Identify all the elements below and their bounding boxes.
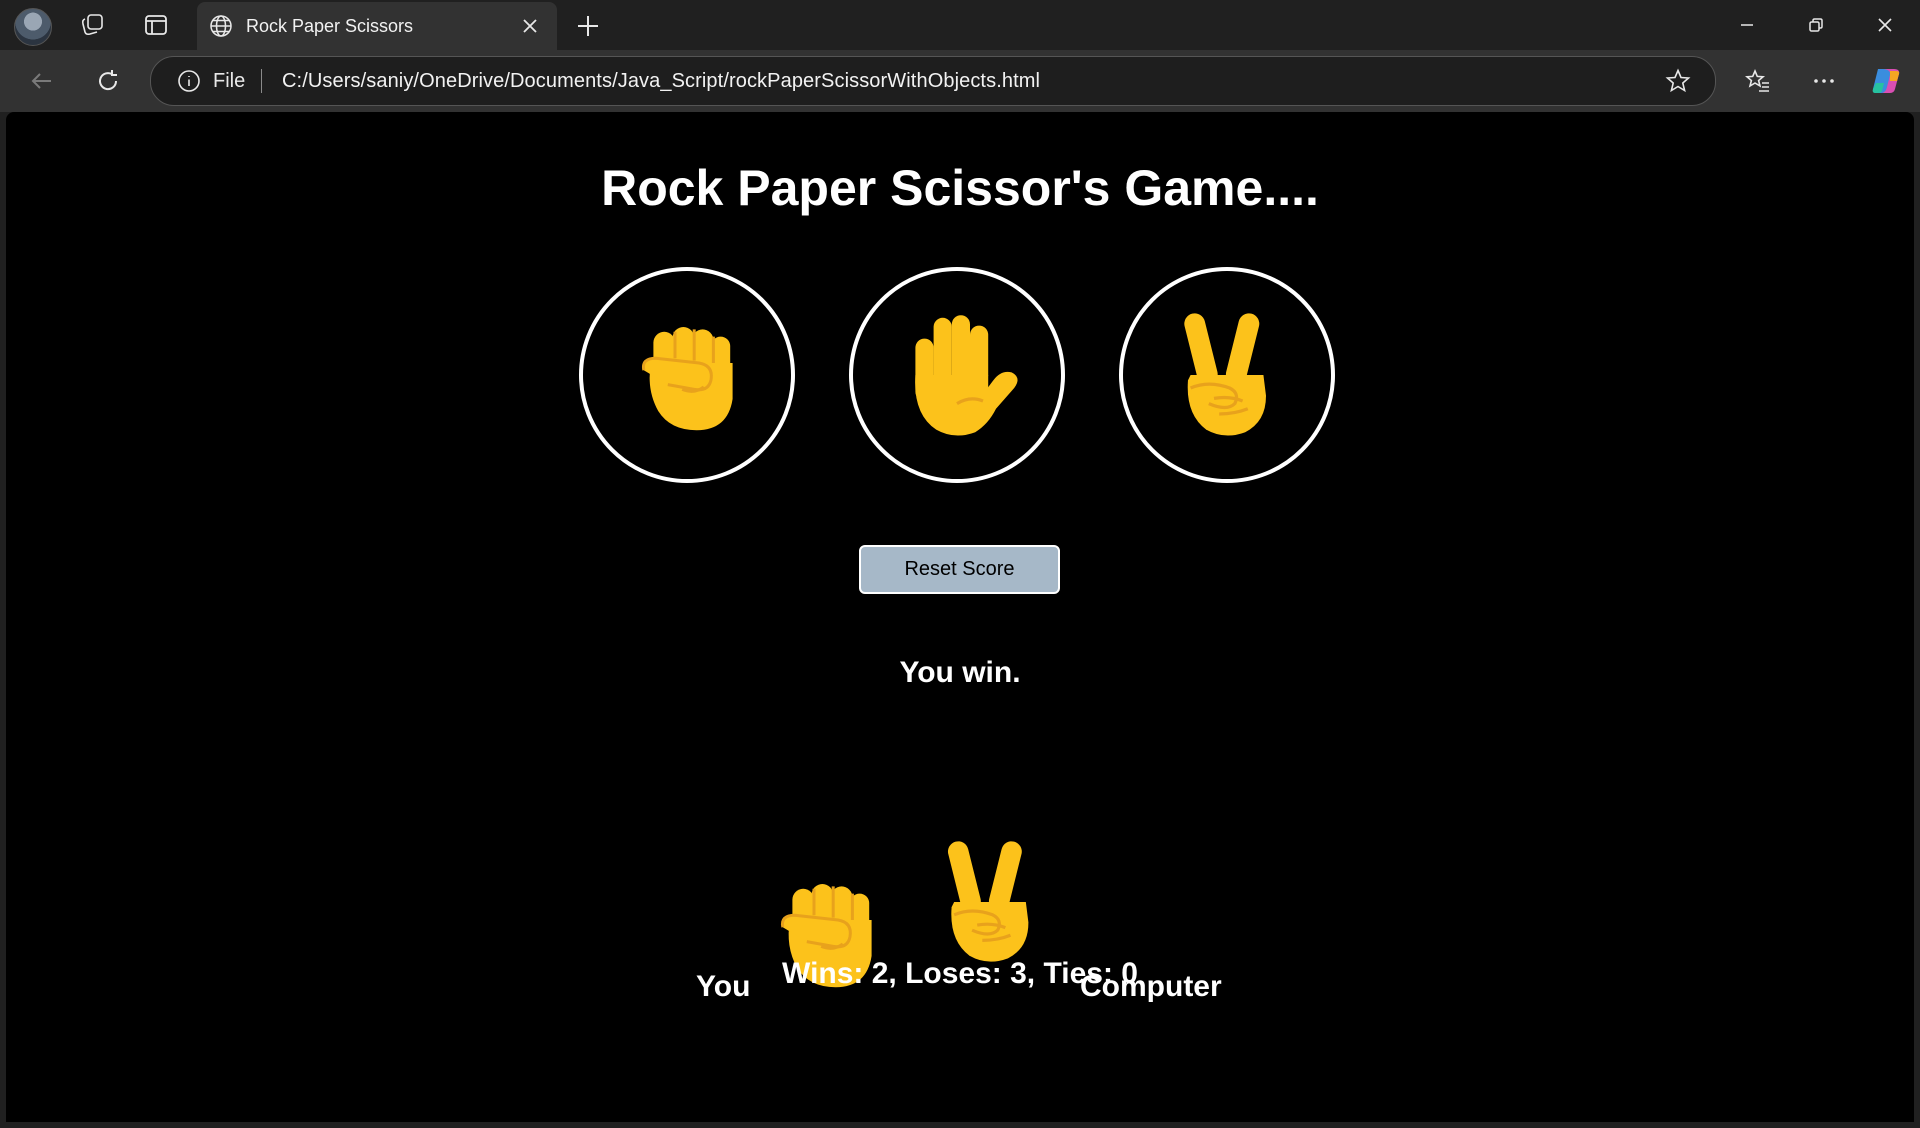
browser-title-bar: Rock Paper Scissors [0, 0, 1920, 50]
victory-hand-icon [1162, 310, 1292, 440]
url-text[interactable]: C:/Users/saniy/OneDrive/Documents/Java_S… [282, 70, 1040, 93]
globe-icon [210, 15, 232, 37]
address-bar[interactable]: File C:/Users/saniy/OneDrive/Documents/J… [150, 56, 1716, 106]
site-info-icon[interactable] [177, 69, 201, 93]
profile-avatar[interactable] [14, 8, 52, 46]
separator [261, 69, 262, 93]
workspaces-icon[interactable] [76, 9, 108, 41]
tab-title: Rock Paper Scissors [246, 16, 414, 36]
paper-button[interactable] [849, 267, 1065, 483]
copilot-icon[interactable] [1868, 63, 1904, 99]
page-viewport: Rock Paper Scissor's Game.... Reset Scor… [6, 112, 1914, 1122]
reset-score-button[interactable]: Reset Score [859, 545, 1060, 594]
more-options-icon[interactable] [1806, 63, 1842, 99]
new-tab-icon[interactable] [573, 11, 603, 41]
fist-icon [627, 315, 747, 435]
result-text: You win. [899, 656, 1021, 689]
browser-toolbar: File C:/Users/saniy/OneDrive/Documents/J… [0, 50, 1920, 112]
rock-button[interactable] [579, 267, 795, 483]
close-window-icon[interactable] [1862, 10, 1908, 40]
scissors-button[interactable] [1119, 267, 1335, 483]
tab-actions-icon[interactable] [140, 9, 172, 41]
scheme-label: File [213, 70, 246, 92]
tab-active[interactable]: Rock Paper Scissors [197, 2, 557, 50]
favorite-star-icon[interactable] [1665, 68, 1691, 94]
score-text: Wins: 2, Loses: 3, Ties: 0 [782, 957, 1138, 990]
back-icon[interactable] [24, 63, 60, 99]
minimize-icon[interactable] [1724, 10, 1770, 40]
close-tab-icon[interactable] [519, 15, 541, 37]
page-title: Rock Paper Scissor's Game.... [601, 160, 1319, 216]
victory-hand-icon [926, 838, 1054, 966]
favorites-icon[interactable] [1740, 63, 1776, 99]
refresh-icon[interactable] [90, 63, 126, 99]
restore-icon[interactable] [1793, 10, 1839, 40]
raised-hand-icon [892, 310, 1022, 440]
